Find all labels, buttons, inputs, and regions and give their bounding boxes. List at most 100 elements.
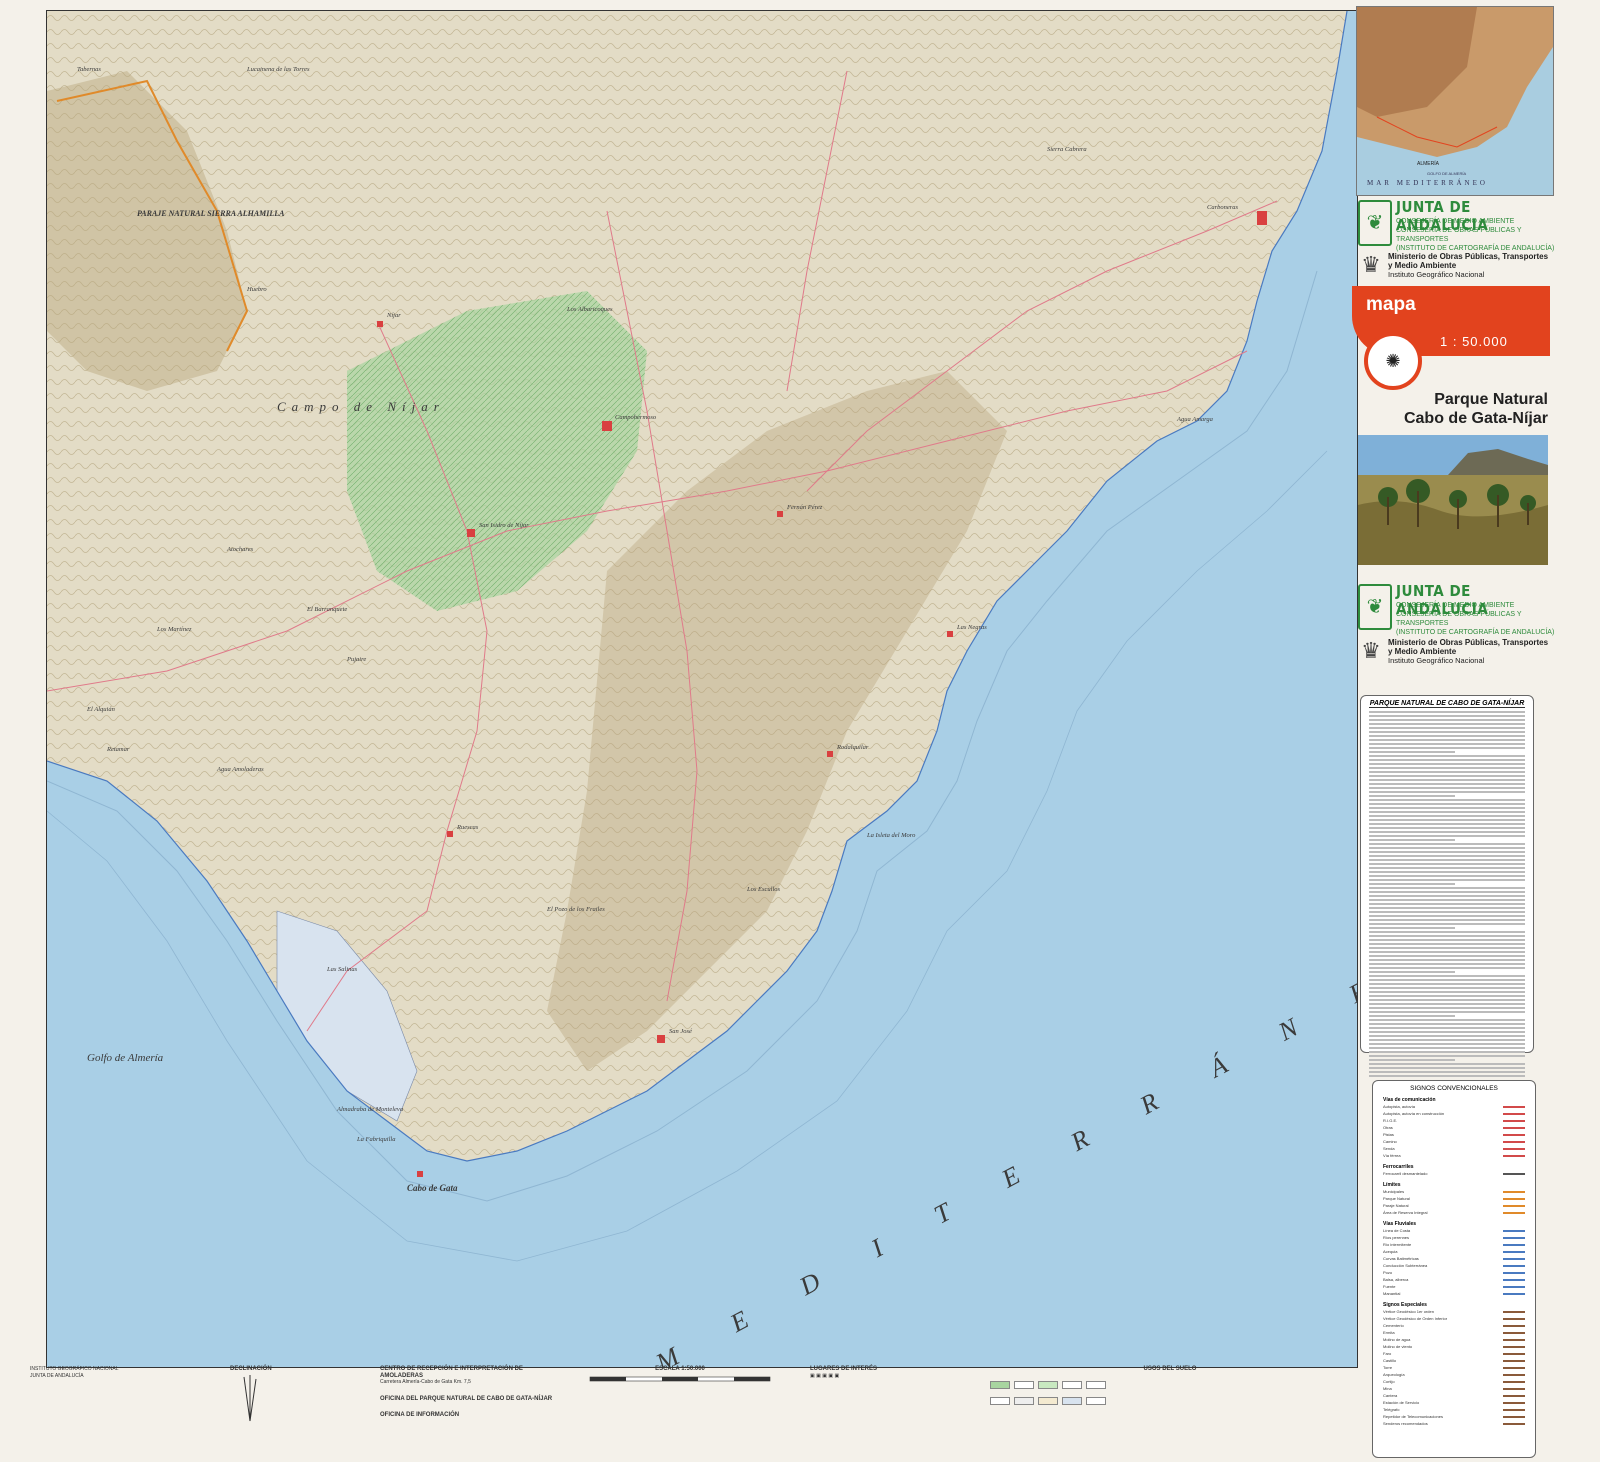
- park-emblem-icon: ✺: [1364, 332, 1422, 390]
- junta-logo: ❦ JUNTA DE ANDALUCIA CONSEJERÍA DE MEDIO…: [1358, 582, 1558, 636]
- map-canvas[interactable]: M A R M E D I T E R R Á N E O Golfo de A…: [47, 11, 1357, 1367]
- text-line: [1369, 975, 1525, 977]
- place-label: El Barranquete: [306, 606, 347, 613]
- legend-item-label: Autopista, autovía: [1383, 1104, 1416, 1109]
- legend-item-label: Paraje Natural: [1383, 1203, 1409, 1208]
- label-campo: Campo de Níjar: [277, 399, 445, 414]
- junta-line: CONSEJERÍA DE OBRAS PÚBLICAS Y TRANSPORT…: [1396, 227, 1522, 243]
- text-line: [1369, 959, 1525, 961]
- legend-row: Faro: [1383, 1350, 1525, 1357]
- text-line: [1369, 771, 1525, 773]
- legend-symbol: [1503, 1408, 1525, 1411]
- legend-item-label: Estación de Servicio: [1383, 1400, 1420, 1405]
- legend-row: Ferrocarril desmantelado: [1383, 1170, 1525, 1177]
- legend-row: Cantera: [1383, 1392, 1525, 1399]
- place-label: Huebro: [246, 286, 267, 293]
- spain-shield-icon: ♛: [1361, 638, 1381, 663]
- text-line: [1369, 811, 1525, 813]
- legend-item-label: Parque Natural: [1383, 1196, 1410, 1201]
- text-line: [1369, 1027, 1525, 1029]
- legend-symbol: [1503, 1285, 1525, 1288]
- ministry-line: y Medio Ambiente: [1388, 261, 1457, 270]
- legend-item-label: Vía férrea: [1383, 1153, 1401, 1158]
- legend-item-label: Senderos recomendados: [1383, 1421, 1428, 1426]
- text-line: [1369, 923, 1525, 925]
- legend-row: Ríos perennes: [1383, 1234, 1525, 1241]
- inset-map[interactable]: MAR MEDITERRÁNEO ALMERÍA GOLFO DE ALMERÍ…: [1356, 6, 1554, 196]
- legend-symbol: [1503, 1105, 1525, 1108]
- legend-symbol: [1503, 1387, 1525, 1390]
- legend-row: Pistas: [1383, 1131, 1525, 1138]
- text-line: [1369, 1011, 1525, 1013]
- legend-symbol: [1503, 1415, 1525, 1418]
- footer-centro-addr: Carretera Almería-Cabo de Gata Km. 7,5: [380, 1379, 471, 1385]
- legend-item-label: Balsa, alberca: [1383, 1277, 1409, 1282]
- text-line: [1369, 895, 1525, 897]
- legend-row: R.I.G.E.: [1383, 1117, 1525, 1124]
- legend-symbol: [1503, 1112, 1525, 1115]
- legend-row: Arqueología: [1383, 1371, 1525, 1378]
- legend-symbol: [1503, 1352, 1525, 1355]
- town-fernan-perez: [777, 511, 783, 517]
- junta-line: CONSEJERÍA DE MEDIO AMBIENTE: [1396, 602, 1515, 609]
- text-line: [1369, 947, 1525, 949]
- place-label: Carboneras: [1207, 204, 1239, 211]
- town-carboneras: [1257, 211, 1267, 225]
- legend-row: Vértice Geodésico de Orden Inferior: [1383, 1315, 1525, 1322]
- park-title: Cabo de Gata-Níjar: [1403, 410, 1548, 427]
- junta-line: CONSEJERÍA DE MEDIO AMBIENTE: [1396, 218, 1515, 225]
- text-line: [1369, 727, 1525, 729]
- legend-symbol: [1503, 1331, 1525, 1334]
- legend-symbol: [1503, 1211, 1525, 1214]
- inset-sea: MAR MEDITERRÁNEO: [1367, 179, 1488, 187]
- text-line: [1369, 1075, 1525, 1077]
- legend-item-label: Camino: [1383, 1139, 1397, 1144]
- mapa-word: mapa: [1366, 294, 1416, 315]
- text-line: [1369, 979, 1525, 981]
- ministry-line: Instituto Geográfico Nacional: [1388, 270, 1485, 279]
- legend-row: Cementerio: [1383, 1322, 1525, 1329]
- place-label: Rodalquilar: [836, 744, 869, 751]
- junta-line: CONSEJERÍA DE OBRAS PÚBLICAS Y TRANSPORT…: [1396, 611, 1522, 627]
- text-line: [1369, 1055, 1525, 1057]
- text-line: [1369, 927, 1455, 929]
- legend-row: Castillo: [1383, 1357, 1525, 1364]
- mapa-badge: mapa 1 : 50.000 ✺ Parque Natural Cabo de…: [1352, 286, 1552, 434]
- text-line: [1369, 867, 1525, 869]
- legend-symbol: [1503, 1310, 1525, 1313]
- text-line: [1369, 935, 1525, 937]
- map-frame[interactable]: M A R M E D I T E R R Á N E O Golfo de A…: [46, 10, 1358, 1368]
- ministry-line: Instituto Geográfico Nacional: [1388, 656, 1485, 665]
- text-line: [1369, 1007, 1525, 1009]
- legend-row: Repetidor de Telecomunicaciones: [1383, 1413, 1525, 1420]
- legend-item-label: Senda: [1383, 1146, 1395, 1151]
- town-ruescas: [447, 831, 453, 837]
- text-line: [1369, 915, 1525, 917]
- legend-symbol: [1503, 1422, 1525, 1425]
- text-line: [1369, 795, 1455, 797]
- text-line: [1369, 719, 1525, 721]
- legend-item-label: Pistas: [1383, 1132, 1394, 1137]
- text-line: [1369, 1031, 1525, 1033]
- text-line: [1369, 871, 1525, 873]
- legend-symbol: [1503, 1236, 1525, 1239]
- text-line: [1369, 819, 1525, 821]
- place-label: San Isidro de Níjar: [479, 522, 529, 529]
- legend-symbol: [1503, 1126, 1525, 1129]
- text-line: [1369, 743, 1525, 745]
- text-line: [1369, 751, 1455, 753]
- text-line: [1369, 735, 1525, 737]
- legend-row: Ermita: [1383, 1329, 1525, 1336]
- legend-item-label: Autopista, autovía en construcción: [1383, 1111, 1445, 1116]
- town-san-isidro: [467, 529, 475, 537]
- legend-symbol: [1503, 1204, 1525, 1207]
- text-line: [1369, 1035, 1525, 1037]
- legend-row: Camino: [1383, 1138, 1525, 1145]
- text-line: [1369, 995, 1525, 997]
- legend-symbol: [1503, 1133, 1525, 1136]
- text-line: [1369, 763, 1525, 765]
- legend-row: Municipales: [1383, 1188, 1525, 1195]
- place-label: Sierra Cabrera: [1047, 146, 1087, 153]
- legend-row: Senderos recomendados: [1383, 1420, 1525, 1427]
- legend-item-label: Río intermitente: [1383, 1242, 1412, 1247]
